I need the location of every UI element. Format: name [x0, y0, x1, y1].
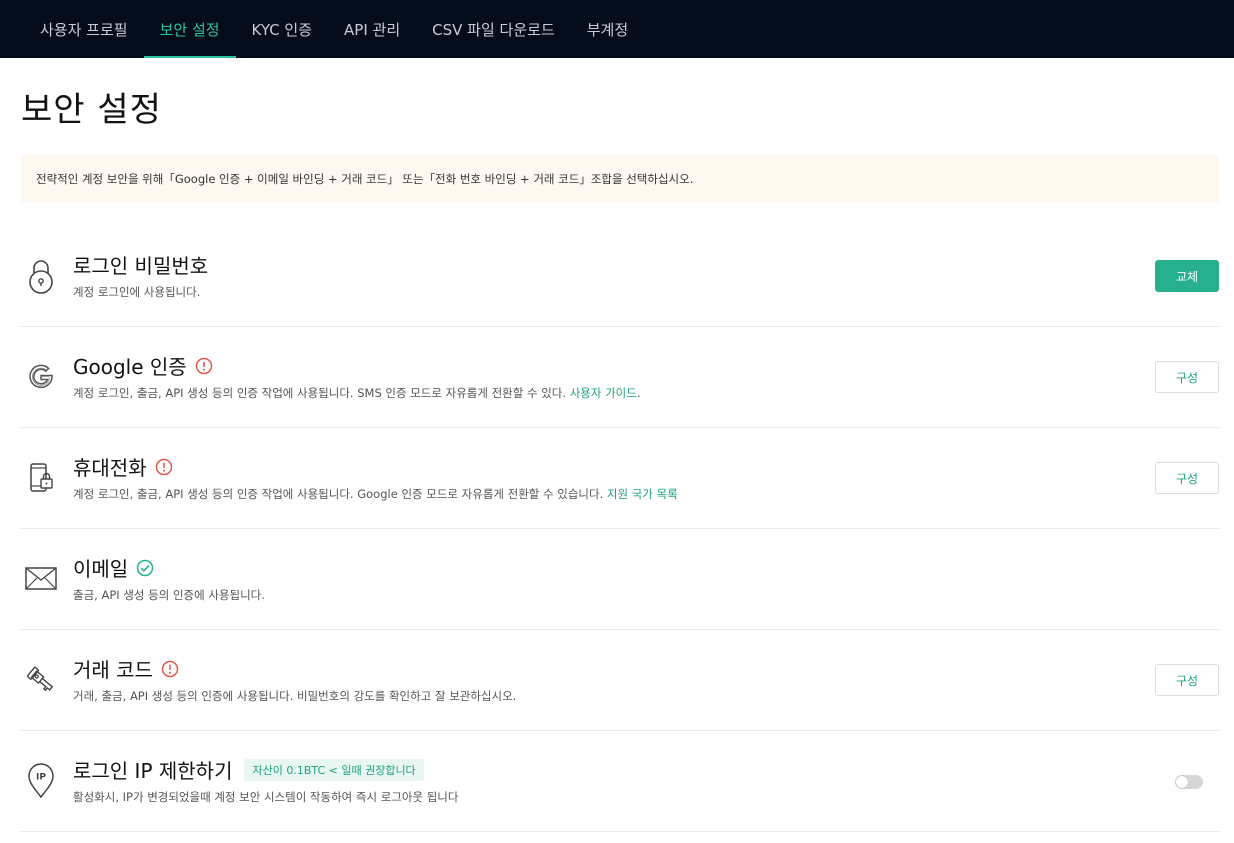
setting-row-google-auth: Google 인증 계정 로그인, 출금, API 생성 등의 인증 작업에 사…	[21, 327, 1219, 428]
configure-phone-button[interactable]: 구성	[1155, 462, 1219, 494]
setting-description: 계정 로그인, 출금, API 생성 등의 인증 작업에 사용됩니다. SMS …	[73, 385, 641, 401]
setting-title: 거래 코드	[73, 654, 179, 683]
tab-csv-download[interactable]: CSV 파일 다운로드	[416, 0, 571, 58]
supported-countries-link[interactable]: 지원 국가 목록	[607, 487, 678, 501]
recommendation-tag: 자산이 0.1BTC < 일때 권장합니다	[244, 758, 424, 781]
verified-check-icon	[136, 559, 154, 577]
warning-icon	[155, 458, 173, 476]
setting-description-text: 계정 로그인, 출금, API 생성 등의 인증 작업에 사용됩니다. Goog…	[73, 487, 604, 501]
setting-title: Google 인증	[73, 351, 213, 380]
configure-google-auth-button[interactable]: 구성	[1155, 361, 1219, 393]
setting-row-login-password: 로그인 비밀번호 계정 로그인에 사용됩니다. 교체	[21, 226, 1219, 327]
setting-row-phone: 휴대전화 계정 로그인, 출금, API 생성 등의 인증 작업에 사용됩니다.…	[21, 428, 1219, 529]
setting-description: 출금, API 생성 등의 인증에 사용됩니다.	[73, 588, 265, 602]
ip-location-icon: IP	[23, 761, 59, 801]
top-navigation: 사용자 프로필 보안 설정 KYC 인증 API 관리 CSV 파일 다운로드 …	[0, 0, 1234, 58]
setting-title: 로그인 비밀번호	[73, 250, 208, 279]
ip-restriction-toggle[interactable]	[1175, 775, 1203, 789]
tab-kyc[interactable]: KYC 인증	[236, 0, 329, 58]
toggle-knob	[1176, 776, 1188, 788]
description-suffix: .	[636, 386, 641, 400]
configure-trade-code-button[interactable]: 구성	[1155, 664, 1219, 696]
key-icon	[23, 660, 59, 700]
setting-title-text: Google 인증	[73, 355, 187, 379]
envelope-icon	[23, 559, 59, 599]
warning-icon	[161, 660, 179, 678]
setting-title: 휴대전화	[73, 452, 173, 481]
setting-title-text: 휴대전화	[73, 456, 147, 480]
tab-sub-account[interactable]: 부계정	[571, 0, 644, 58]
warning-icon	[195, 357, 213, 375]
security-notice-text: 전략적인 계정 보안을 위해「Google 인증 + 이메일 바인딩 + 거래 …	[36, 171, 694, 186]
setting-title: 로그인 IP 제한하기 자산이 0.1BTC < 일때 권장합니다	[73, 755, 424, 784]
setting-description-text: 계정 로그인, 출금, API 생성 등의 인증 작업에 사용됩니다. SMS …	[73, 386, 567, 400]
settings-list: 로그인 비밀번호 계정 로그인에 사용됩니다. 교체 Google 인증 계정 …	[21, 226, 1219, 832]
setting-row-email: 이메일 출금, API 생성 등의 인증에 사용됩니다.	[21, 529, 1219, 630]
setting-row-trade-code: 거래 코드 거래, 출금, API 생성 등의 인증에 사용됩니다. 비밀번호의…	[21, 630, 1219, 731]
setting-title-text: 거래 코드	[73, 658, 153, 682]
setting-description: 계정 로그인에 사용됩니다.	[73, 285, 201, 299]
tab-user-profile[interactable]: 사용자 프로필	[24, 0, 144, 58]
tab-api-management[interactable]: API 관리	[328, 0, 416, 58]
svg-text:IP: IP	[36, 773, 46, 783]
setting-row-ip-restriction: IP 로그인 IP 제한하기 자산이 0.1BTC < 일때 권장합니다 활성화…	[21, 731, 1219, 832]
page-title: 보안 설정	[21, 90, 162, 130]
setting-title: 이메일	[73, 553, 154, 582]
setting-description: 활성화시, IP가 변경되었을때 계정 보안 시스템이 작동하여 즉시 로그아웃…	[73, 790, 459, 804]
change-password-button[interactable]: 교체	[1155, 260, 1219, 292]
setting-title-text: 로그인 비밀번호	[73, 254, 209, 278]
tab-security-settings[interactable]: 보안 설정	[143, 0, 236, 58]
user-guide-link[interactable]: 사용자 가이드	[570, 386, 637, 400]
security-notice: 전략적인 계정 보안을 위해「Google 인증 + 이메일 바인딩 + 거래 …	[21, 155, 1219, 202]
setting-title-text: 로그인 IP 제한하기	[73, 759, 233, 783]
setting-description: 거래, 출금, API 생성 등의 인증에 사용됩니다. 비밀번호의 강도를 확…	[73, 689, 517, 703]
padlock-icon	[23, 256, 59, 296]
setting-title-text: 이메일	[73, 557, 129, 581]
google-icon	[23, 357, 59, 397]
setting-description: 계정 로그인, 출금, API 생성 등의 인증 작업에 사용됩니다. Goog…	[73, 486, 678, 502]
mobile-phone-icon	[23, 458, 59, 498]
